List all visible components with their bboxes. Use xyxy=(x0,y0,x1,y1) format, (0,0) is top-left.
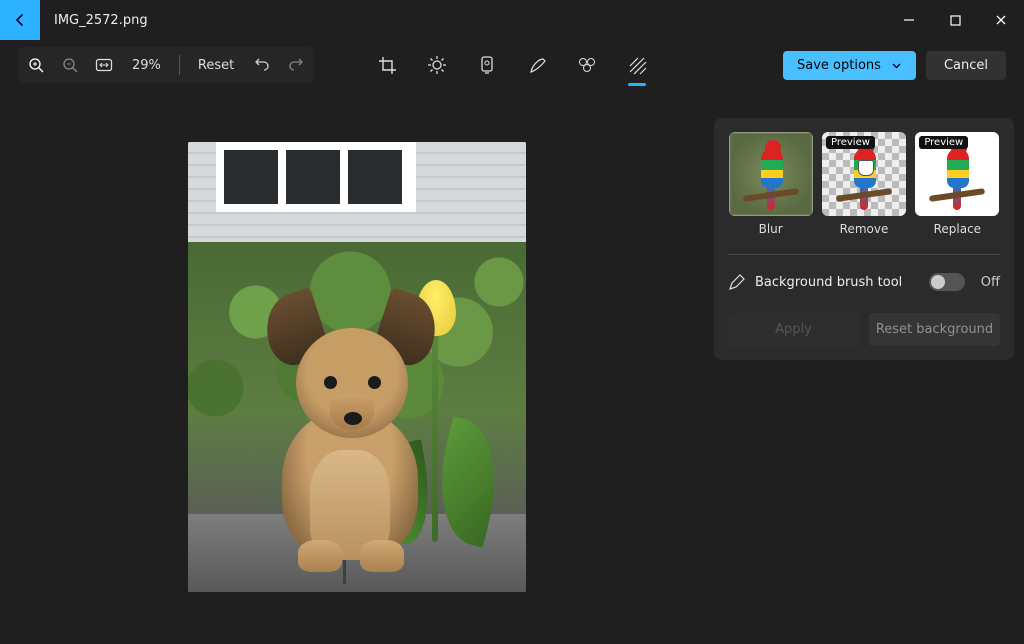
reset-background-button[interactable]: Reset background xyxy=(869,313,1000,346)
zoom-out-icon xyxy=(62,57,79,74)
crop-icon xyxy=(378,56,397,75)
crop-tool[interactable] xyxy=(376,54,398,76)
titlebar: IMG_2572.png xyxy=(0,0,1024,40)
close-icon xyxy=(995,14,1007,26)
apply-button[interactable]: Apply xyxy=(728,313,859,346)
background-icon xyxy=(628,56,647,75)
background-tool[interactable] xyxy=(626,54,648,76)
toolbar: 29% Reset Save options xyxy=(0,40,1024,90)
background-panel: Blur Preview Remove Preview Replace xyxy=(714,118,1014,360)
undo-button[interactable] xyxy=(252,55,272,75)
save-options-button[interactable]: Save options xyxy=(783,51,916,80)
zoom-in-button[interactable] xyxy=(26,55,46,75)
separator xyxy=(179,55,180,75)
brush-toggle-state: Off xyxy=(981,275,1000,290)
fit-button[interactable] xyxy=(94,55,114,75)
back-button[interactable] xyxy=(0,0,40,40)
zoom-group: 29% Reset xyxy=(18,47,314,83)
action-buttons: Save options Cancel xyxy=(783,51,1006,80)
window-controls xyxy=(886,0,1024,40)
filter-icon xyxy=(478,55,496,75)
undo-icon xyxy=(254,57,270,73)
zoom-out-button[interactable] xyxy=(60,55,80,75)
redo-icon xyxy=(288,57,304,73)
bg-thumb-remove: Preview xyxy=(822,132,906,216)
preview-badge: Preview xyxy=(919,136,968,149)
pencil-icon xyxy=(728,274,745,291)
bg-option-replace[interactable]: Preview Replace xyxy=(915,132,1000,236)
minimize-button[interactable] xyxy=(886,0,932,40)
fit-icon xyxy=(95,58,113,72)
edit-tools xyxy=(376,54,648,76)
arrow-left-icon xyxy=(12,12,28,28)
edited-image xyxy=(188,142,526,592)
close-button[interactable] xyxy=(978,0,1024,40)
bg-option-blur[interactable]: Blur xyxy=(728,132,813,236)
erase-tool[interactable] xyxy=(576,54,598,76)
brush-tool-label: Background brush tool xyxy=(755,275,919,290)
reset-view-button[interactable]: Reset xyxy=(194,58,238,73)
brightness-icon xyxy=(427,55,447,75)
markup-tool[interactable] xyxy=(526,54,548,76)
save-options-label: Save options xyxy=(797,58,881,73)
brush-toggle[interactable] xyxy=(929,273,965,291)
minimize-icon xyxy=(903,14,915,26)
separator xyxy=(728,254,1000,255)
erase-icon xyxy=(577,56,597,74)
hand-cursor-icon xyxy=(858,160,874,176)
zoom-percent[interactable]: 29% xyxy=(128,58,165,73)
filter-tool[interactable] xyxy=(476,54,498,76)
bg-label-blur: Blur xyxy=(759,222,783,236)
preview-badge: Preview xyxy=(826,136,875,149)
bg-label-replace: Replace xyxy=(934,222,981,236)
panel-actions: Apply Reset background xyxy=(728,313,1000,346)
maximize-icon xyxy=(950,15,961,26)
bg-label-remove: Remove xyxy=(840,222,889,236)
bg-thumb-replace: Preview xyxy=(915,132,999,216)
brush-tool-row: Background brush tool Off xyxy=(728,273,1000,291)
background-options: Blur Preview Remove Preview Replace xyxy=(728,132,1000,236)
cancel-button[interactable]: Cancel xyxy=(926,51,1006,80)
adjust-tool[interactable] xyxy=(426,54,448,76)
maximize-button[interactable] xyxy=(932,0,978,40)
bg-option-remove[interactable]: Preview Remove xyxy=(821,132,906,236)
markup-icon xyxy=(528,56,547,75)
bg-thumb-blur xyxy=(729,132,813,216)
image-stage[interactable] xyxy=(0,90,714,644)
redo-button[interactable] xyxy=(286,55,306,75)
workspace: Blur Preview Remove Preview Replace xyxy=(0,90,1024,644)
zoom-in-icon xyxy=(28,57,45,74)
filename-label: IMG_2572.png xyxy=(54,13,148,28)
chevron-down-icon xyxy=(891,60,902,71)
